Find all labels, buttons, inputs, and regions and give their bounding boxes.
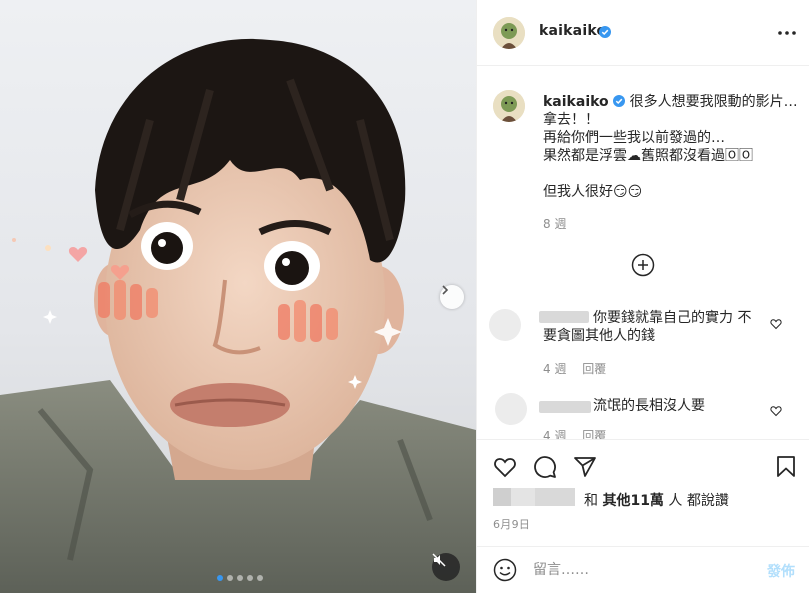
cartoon-avatar-icon xyxy=(493,17,525,49)
caption-line: kaikaiko 很多人想要我限動的影片… xyxy=(543,93,799,111)
carousel-dot xyxy=(237,575,243,581)
post-comment-button[interactable]: 發佈 xyxy=(767,561,795,581)
carousel-dot xyxy=(257,575,263,581)
verified-badge-icon xyxy=(599,26,611,38)
caption-author-avatar[interactable] xyxy=(493,90,525,122)
carousel-dot xyxy=(227,575,233,581)
liker-name-blurred[interactable] xyxy=(535,488,575,506)
comment-timestamp[interactable]: 4 週 xyxy=(543,362,566,376)
likes-others: 其他 xyxy=(602,493,631,509)
post-media xyxy=(0,0,476,593)
verified-badge-icon xyxy=(613,95,626,107)
liker-avatar-blurred[interactable] xyxy=(493,488,511,506)
caption-line: 拿去！！ xyxy=(543,112,599,128)
author-avatar[interactable] xyxy=(493,17,525,49)
likes-text[interactable]: 和 其他11萬 人 都說讚 xyxy=(584,490,729,510)
save-bookmark-icon[interactable] xyxy=(774,455,798,479)
carousel-indicators xyxy=(217,575,263,581)
selfie-video-frame xyxy=(0,38,476,593)
comment-input[interactable] xyxy=(533,560,753,580)
comment-item: 你要錢就靠自己的實力 不 要貪圖其他人的錢 4 週 回覆 xyxy=(477,305,809,377)
post-header: kaikaiko xyxy=(477,0,809,66)
next-slide-button[interactable] xyxy=(440,285,464,309)
post-details-panel: kaikaiko kaikaiko 很多人想要我限動的影片… 拿去！！ 再給你們… xyxy=(476,0,809,593)
speaker-muted-icon xyxy=(432,553,446,567)
commenter-username[interactable] xyxy=(539,401,591,413)
likes-prefix: 和 xyxy=(584,493,598,509)
commenter-avatar[interactable] xyxy=(489,309,521,341)
comment-meta: 4 週 回覆 xyxy=(543,427,618,439)
chevron-right-icon xyxy=(442,285,449,295)
liker-name-blurred[interactable] xyxy=(511,488,535,506)
likes-suffix: 人 都說讚 xyxy=(668,493,729,509)
author-username[interactable]: kaikaiko xyxy=(539,23,606,39)
carousel-dot xyxy=(217,575,223,581)
caption-line: 再給你們一些我以前發過的… xyxy=(543,130,725,146)
load-more-comments-icon[interactable] xyxy=(631,253,655,277)
caption-text: 很多人想要我限動的影片… xyxy=(629,94,798,110)
comment-timestamp[interactable]: 4 週 xyxy=(543,429,566,439)
post-caption: kaikaiko 很多人想要我限動的影片… 拿去！！ 再給你們一些我以前發過的…… xyxy=(543,93,799,201)
like-heart-icon[interactable] xyxy=(493,455,517,479)
caption-line: 果然都是浮雲☁舊照都沒看過🄾🄾 xyxy=(543,148,753,164)
heart-outline-icon[interactable] xyxy=(770,318,782,330)
caption-timestamp[interactable]: 8 週 xyxy=(543,215,566,232)
comment-text: 要貪圖其他人的錢 xyxy=(543,328,655,344)
comment-box-divider xyxy=(477,546,809,547)
likes-summary: 和 其他11萬 人 都說讚 xyxy=(493,488,803,510)
emoji-smiley-icon[interactable] xyxy=(493,558,517,582)
mute-toggle-button[interactable] xyxy=(432,553,460,581)
comment-meta: 4 週 回覆 xyxy=(543,360,618,377)
heart-outline-icon[interactable] xyxy=(770,405,782,417)
carousel-dot xyxy=(247,575,253,581)
reply-button[interactable]: 回覆 xyxy=(582,429,606,439)
comment-item: 流氓的長相沒人要 4 週 回覆 xyxy=(477,393,809,439)
commenter-avatar[interactable] xyxy=(495,393,527,425)
comment-text: 流氓的長相沒人要 xyxy=(593,398,705,414)
reply-button[interactable]: 回覆 xyxy=(582,362,606,376)
caption-username[interactable]: kaikaiko xyxy=(543,94,609,110)
more-horizontal-icon[interactable] xyxy=(775,24,799,42)
comment-bubble-icon[interactable] xyxy=(533,455,557,479)
actions-divider xyxy=(477,439,809,440)
post-date[interactable]: 6月9日 xyxy=(493,516,530,532)
commenter-username[interactable] xyxy=(539,311,589,323)
cartoon-avatar-icon xyxy=(493,90,525,122)
comment-text: 你要錢就靠自己的實力 不 xyxy=(593,310,752,326)
share-paper-plane-icon[interactable] xyxy=(573,455,597,479)
likes-count: 11萬 xyxy=(630,493,664,509)
caption-line: 但我人很好😏😏 xyxy=(543,184,643,200)
